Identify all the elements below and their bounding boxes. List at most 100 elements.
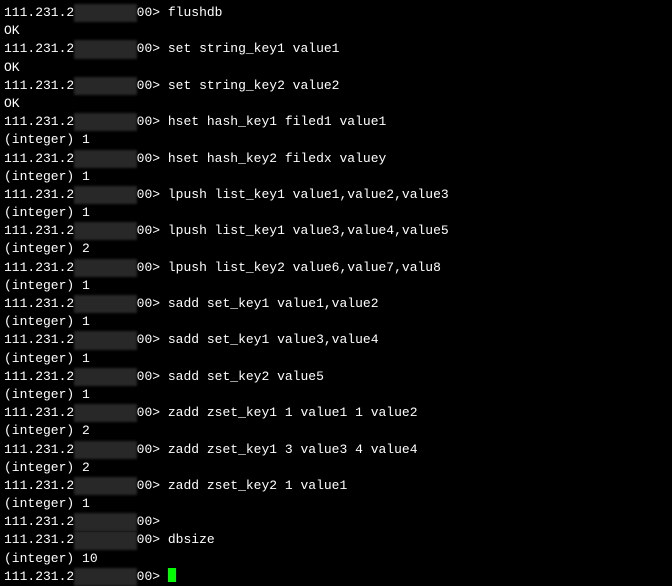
terminal-cursor[interactable]: [168, 568, 176, 582]
prompt-ip-prefix: 111.231.2: [4, 296, 74, 311]
terminal-line: 111.231.2 00> hset hash_key1 filed1 valu…: [4, 113, 668, 131]
redacted-ip-segment: [74, 40, 136, 58]
terminal-line: (integer) 1: [4, 277, 668, 295]
prompt-ip-prefix: 111.231.2: [4, 260, 74, 275]
output-text: (integer) 1: [4, 314, 90, 329]
prompt-suffix: 00>: [137, 332, 168, 347]
output-text: OK: [4, 96, 20, 111]
command-text: flushdb: [168, 5, 223, 20]
prompt-ip-prefix: 111.231.2: [4, 187, 74, 202]
terminal-line: 111.231.2 00> sadd set_key1 value3,value…: [4, 331, 668, 349]
redacted-ip-segment: [74, 222, 136, 240]
command-text: zadd zset_key2 1 value1: [168, 478, 347, 493]
prompt-ip-prefix: 111.231.2: [4, 442, 74, 457]
prompt-suffix: 00>: [137, 514, 168, 529]
terminal-line: 111.231.2 00> lpush list_key1 value3,val…: [4, 222, 668, 240]
prompt-ip-prefix: 111.231.2: [4, 223, 74, 238]
prompt-suffix: 00>: [137, 223, 168, 238]
output-text: OK: [4, 23, 20, 38]
redacted-ip-segment: [74, 186, 136, 204]
prompt-suffix: 00>: [137, 187, 168, 202]
prompt-suffix: 00>: [137, 41, 168, 56]
prompt-suffix: 00>: [137, 260, 168, 275]
prompt-suffix: 00>: [137, 478, 168, 493]
terminal-line: 111.231.2 00> dbsize: [4, 531, 668, 549]
redacted-ip-segment: [74, 113, 136, 131]
prompt-suffix: 00>: [137, 151, 168, 166]
prompt-ip-prefix: 111.231.2: [4, 405, 74, 420]
command-text: hset hash_key2 filedx valuey: [168, 151, 386, 166]
terminal-line: (integer) 1: [4, 495, 668, 513]
terminal-line: 111.231.2 00> hset hash_key2 filedx valu…: [4, 150, 668, 168]
prompt-ip-prefix: 111.231.2: [4, 5, 74, 20]
command-text: zadd zset_key1 1 value1 1 value2: [168, 405, 418, 420]
terminal-line: (integer) 1: [4, 350, 668, 368]
terminal-line: 111.231.2 00> set string_key2 value2: [4, 77, 668, 95]
terminal-line: (integer) 1: [4, 313, 668, 331]
prompt-ip-prefix: 111.231.2: [4, 151, 74, 166]
output-text: (integer) 1: [4, 278, 90, 293]
prompt-ip-prefix: 111.231.2: [4, 369, 74, 384]
terminal-line: (integer) 2: [4, 240, 668, 258]
prompt-suffix: 00>: [137, 369, 168, 384]
terminal-line: 111.231.2 00> flushdb: [4, 4, 668, 22]
prompt-suffix: 00>: [137, 5, 168, 20]
prompt-ip-prefix: 111.231.2: [4, 514, 74, 529]
terminal-line: 111.231.2 00> zadd zset_key1 3 value3 4 …: [4, 441, 668, 459]
output-text: (integer) 2: [4, 460, 90, 475]
terminal-line: 111.231.2 00> zadd zset_key2 1 value1: [4, 477, 668, 495]
output-text: (integer) 1: [4, 169, 90, 184]
redacted-ip-segment: [74, 331, 136, 349]
output-text: (integer) 2: [4, 423, 90, 438]
terminal-line: 111.231.2 00> lpush list_key2 value6,val…: [4, 259, 668, 277]
terminal-line: (integer) 10: [4, 550, 668, 568]
terminal-line: (integer) 1: [4, 386, 668, 404]
command-text: sadd set_key2 value5: [168, 369, 324, 384]
redacted-ip-segment: [74, 531, 136, 549]
terminal-line: 111.231.2 00> set string_key1 value1: [4, 40, 668, 58]
terminal-line: 111.231.2 00> sadd set_key2 value5: [4, 368, 668, 386]
command-text: lpush list_key2 value6,value7,valu8: [168, 260, 441, 275]
prompt-suffix: 00>: [137, 405, 168, 420]
terminal-output: 111.231.2 00> flushdbOK111.231.2 00> set…: [4, 4, 668, 586]
terminal-line: (integer) 2: [4, 459, 668, 477]
redacted-ip-segment: [74, 368, 136, 386]
terminal-line: (integer) 1: [4, 131, 668, 149]
output-text: (integer) 1: [4, 351, 90, 366]
prompt-ip-prefix: 111.231.2: [4, 78, 74, 93]
command-text: sadd set_key1 value3,value4: [168, 332, 379, 347]
redacted-ip-segment: [74, 477, 136, 495]
redacted-ip-segment: [74, 150, 136, 168]
prompt-suffix: 00>: [137, 114, 168, 129]
terminal-line: (integer) 1: [4, 168, 668, 186]
output-text: (integer) 10: [4, 551, 98, 566]
command-text: set string_key2 value2: [168, 78, 340, 93]
command-text: sadd set_key1 value1,value2: [168, 296, 379, 311]
prompt-suffix: 00>: [137, 296, 168, 311]
prompt-ip-prefix: 111.231.2: [4, 332, 74, 347]
prompt-ip-prefix: 111.231.2: [4, 478, 74, 493]
terminal-line: 111.231.2 00>: [4, 568, 668, 586]
redacted-ip-segment: [74, 404, 136, 422]
redacted-ip-segment: [74, 295, 136, 313]
output-text: (integer) 1: [4, 132, 90, 147]
prompt-suffix: 00>: [137, 442, 168, 457]
prompt-ip-prefix: 111.231.2: [4, 114, 74, 129]
terminal-line: OK: [4, 59, 668, 77]
command-text: set string_key1 value1: [168, 41, 340, 56]
output-text: (integer) 1: [4, 205, 90, 220]
redacted-ip-segment: [74, 77, 136, 95]
prompt-suffix: 00>: [137, 78, 168, 93]
terminal-line: OK: [4, 22, 668, 40]
terminal-line: OK: [4, 95, 668, 113]
redacted-ip-segment: [74, 259, 136, 277]
prompt-ip-prefix: 111.231.2: [4, 569, 74, 584]
redacted-ip-segment: [74, 441, 136, 459]
output-text: (integer) 1: [4, 387, 90, 402]
prompt-ip-prefix: 111.231.2: [4, 532, 74, 547]
terminal-line: (integer) 1: [4, 204, 668, 222]
command-text: lpush list_key1 value3,value4,value5: [168, 223, 449, 238]
command-text: zadd zset_key1 3 value3 4 value4: [168, 442, 418, 457]
terminal-line: 111.231.2 00> sadd set_key1 value1,value…: [4, 295, 668, 313]
output-text: (integer) 1: [4, 496, 90, 511]
